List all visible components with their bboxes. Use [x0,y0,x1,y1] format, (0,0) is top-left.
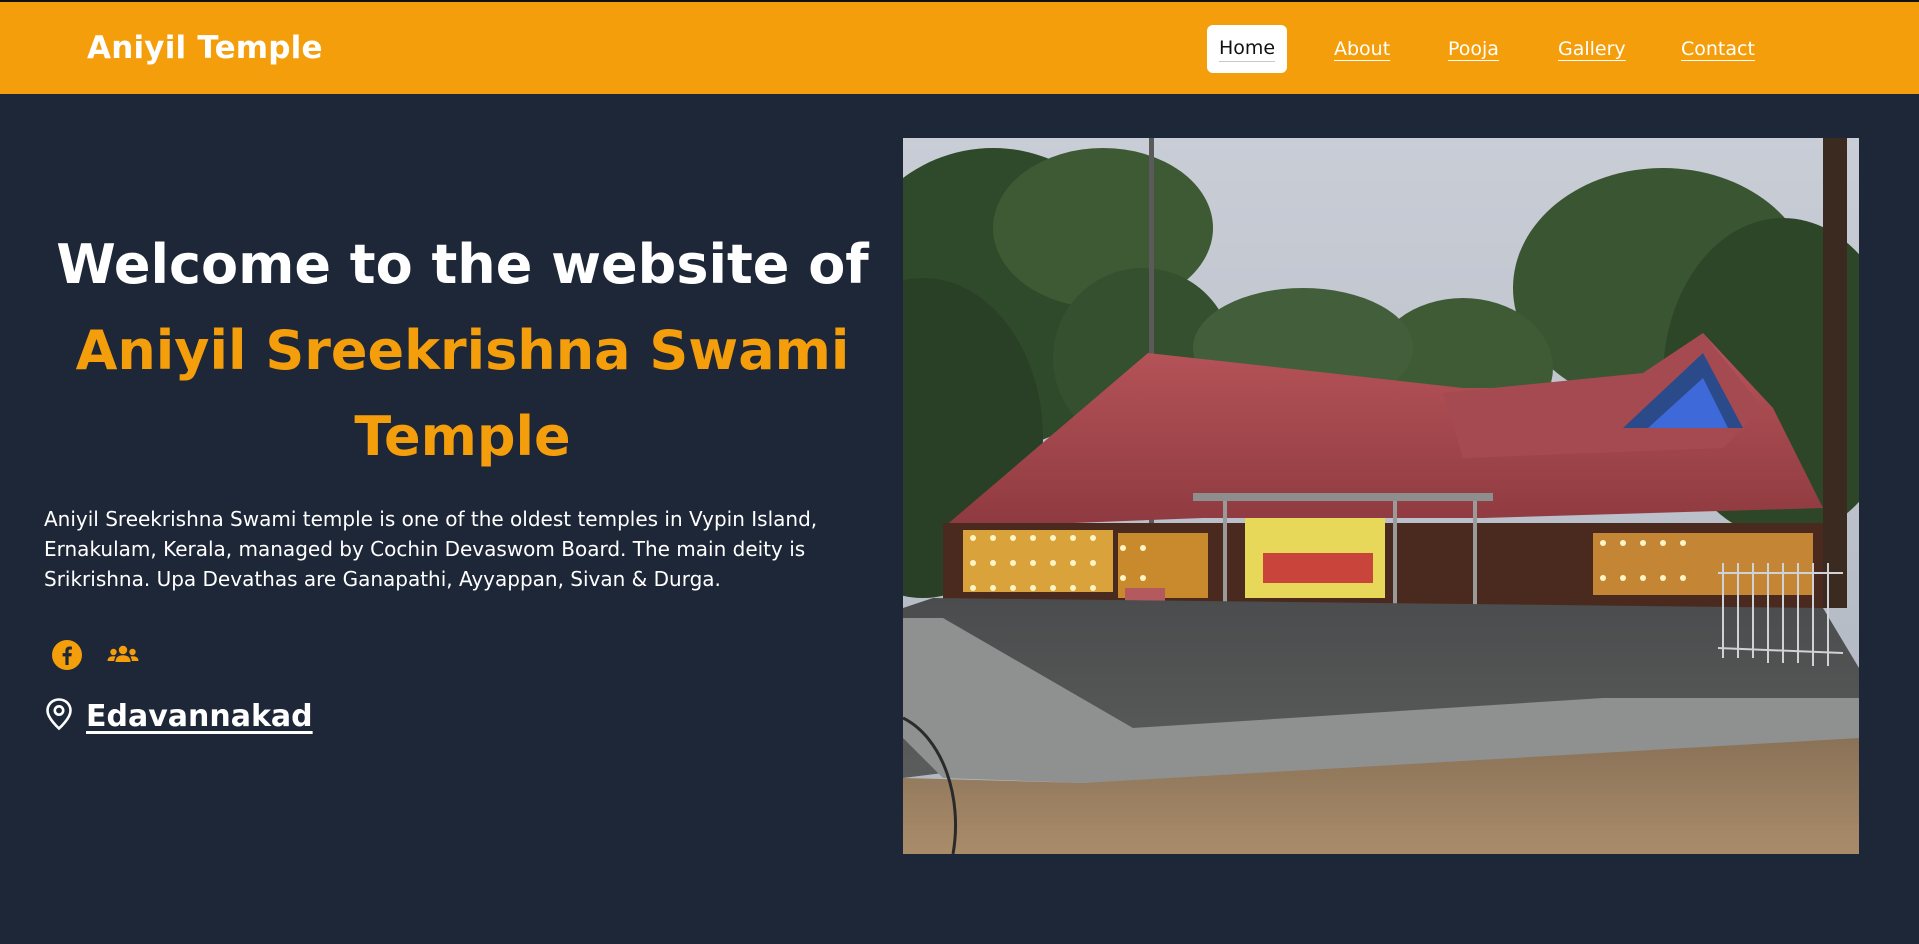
location-link[interactable]: Edavannakad [86,699,313,734]
hero-temple-name-line1: Aniyil Sreekrishna Swami [75,319,850,382]
nav-contact-link[interactable]: Contact [1681,25,1755,73]
nav-home-label: Home [1218,37,1276,62]
brand-logo-text[interactable]: Aniyil Temple [87,30,323,66]
temple-description: Aniyil Sreekrishna Swami temple is one o… [44,507,818,591]
nav-gallery-link[interactable]: Gallery [1558,25,1626,73]
hero-temple-name-line2: Temple [354,405,571,468]
facebook-icon[interactable] [49,637,85,673]
nav-about-link[interactable]: About [1334,25,1390,73]
temple-photo [903,138,1859,854]
hero-welcome-text: Welcome to the website of [56,233,869,296]
location: Edavannakad [44,696,313,736]
map-pin-icon [44,697,74,735]
nav-home-link[interactable]: Home [1207,25,1287,73]
community-icon[interactable] [105,637,141,673]
top-navbar: Aniyil Temple Home About Pooja Gallery C… [0,0,1919,94]
hero-title: Welcome to the website of Aniyil Sreekri… [40,222,885,480]
nav-pooja-link[interactable]: Pooja [1448,25,1499,73]
